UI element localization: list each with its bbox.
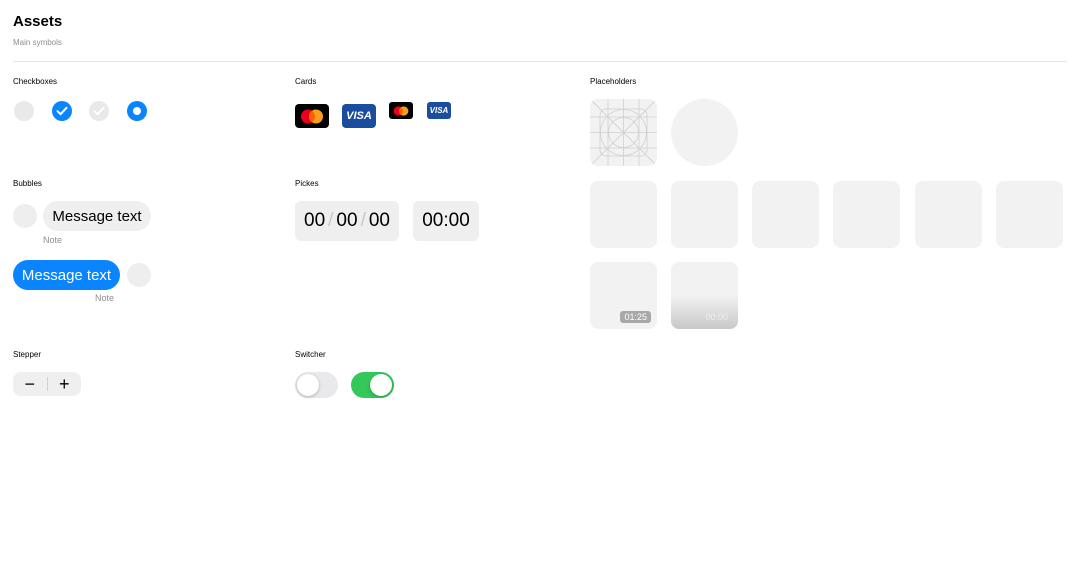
stepper-increment-button[interactable]: +: [48, 372, 82, 396]
square-placeholder-3: [752, 181, 819, 248]
radio-dot: [133, 107, 141, 115]
date-separator: /: [360, 210, 366, 231]
date-month: 00: [336, 210, 358, 231]
avatar-placeholder-circle: [671, 99, 738, 166]
time-value: 00:00: [422, 210, 470, 231]
square-placeholder-6: [996, 181, 1063, 248]
visa-logo-text: VISA: [346, 110, 372, 122]
checkbox-checked-disabled[interactable]: [89, 101, 109, 121]
visa-logo-text: VISA: [429, 106, 449, 115]
toggle-switch-off[interactable]: [295, 372, 338, 398]
outgoing-message-bubble[interactable]: Message text: [13, 260, 120, 290]
incoming-message-note: Note: [43, 235, 63, 245]
time-picker[interactable]: 00:00: [413, 201, 479, 241]
bubbles-section-title: Bubbles: [13, 179, 42, 188]
page-subtitle: Main symbols: [13, 38, 62, 47]
video-placeholder-1: 01:25: [590, 262, 657, 329]
square-placeholder-1: [590, 181, 657, 248]
video-duration-badge: 01:25: [620, 311, 651, 323]
square-placeholder-4: [833, 181, 900, 248]
square-placeholder-5: [915, 181, 982, 248]
stepper: − +: [13, 372, 81, 396]
pickers-section-title: Pickes: [295, 179, 319, 188]
checkmark-icon: [56, 106, 68, 116]
square-placeholder-2: [671, 181, 738, 248]
stepper-section-title: Stepper: [13, 350, 42, 359]
outgoing-message-note: Note: [95, 293, 115, 303]
stepper-decrement-button[interactable]: −: [13, 372, 47, 396]
cards-section-title: Cards: [295, 77, 317, 86]
date-year: 00: [368, 210, 390, 231]
mastercard-logo-icon: [301, 109, 323, 123]
toggle-switch-on[interactable]: [351, 372, 394, 398]
video-duration-badge: 00:00: [705, 312, 728, 322]
video-placeholder-2: 00:00: [671, 262, 738, 329]
image-grid-icon: [590, 99, 657, 166]
header-divider: [13, 61, 1067, 62]
date-separator: /: [328, 210, 334, 231]
page-title: Assets: [13, 13, 63, 30]
incoming-message-bubble[interactable]: Message text: [43, 201, 151, 231]
checkboxes-section-title: Checkboxes: [13, 77, 58, 86]
avatar: [13, 204, 37, 228]
radio-selected[interactable]: [127, 101, 147, 121]
mastercard-logo-icon: [393, 105, 409, 116]
mastercard-card-small: [389, 102, 413, 119]
placeholders-section-title: Placeholders: [590, 77, 637, 86]
mastercard-card-large: [295, 104, 329, 128]
date-day: 00: [304, 210, 326, 231]
switch-knob: [297, 374, 319, 396]
switcher-section-title: Switcher: [295, 350, 326, 359]
image-placeholder: [590, 99, 657, 166]
date-picker[interactable]: 00 / 00 / 00: [295, 201, 399, 241]
checkbox-unchecked[interactable]: [14, 101, 34, 121]
switch-knob: [370, 374, 392, 396]
avatar: [127, 263, 151, 287]
visa-card-small: VISA: [427, 102, 451, 119]
checkbox-checked[interactable]: [52, 101, 72, 121]
visa-card-large: VISA: [342, 104, 376, 128]
checkmark-icon: [93, 106, 105, 116]
